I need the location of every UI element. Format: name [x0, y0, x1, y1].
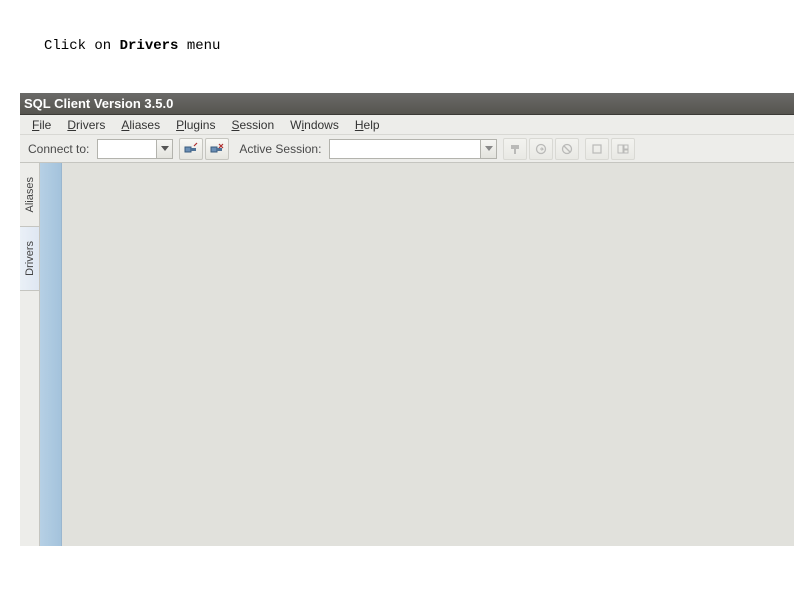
new-sql-worksheet-button[interactable]	[585, 138, 609, 160]
menu-drivers[interactable]: Drivers	[59, 116, 113, 134]
toolbar: Connect to:	[20, 135, 794, 163]
hammer-icon	[509, 143, 521, 155]
sidebar-tab-aliases[interactable]: Aliases	[20, 163, 39, 227]
instruction-text: Click on Drivers menu	[44, 38, 220, 54]
sidebar: Aliases Drivers	[20, 163, 40, 546]
menu-help[interactable]: Help	[347, 116, 388, 134]
sidebar-tab-label: Aliases	[24, 177, 36, 212]
window-title: SQL Client Version 3.5.0	[24, 96, 173, 111]
connect-to-label: Connect to:	[28, 142, 89, 156]
chevron-down-icon	[161, 146, 169, 151]
workspace-area	[62, 163, 794, 546]
active-session-input[interactable]	[330, 140, 480, 158]
active-session-dropdown-button[interactable]	[480, 140, 496, 158]
connect-to-combo[interactable]	[97, 139, 173, 159]
app-body: Aliases Drivers	[20, 163, 794, 546]
menu-session[interactable]: Session	[223, 116, 282, 134]
chevron-down-icon	[485, 146, 493, 151]
rollback-icon	[561, 143, 573, 155]
connect-to-input[interactable]	[98, 140, 156, 158]
rollback-button[interactable]	[555, 138, 579, 160]
disconnect-button[interactable]	[205, 138, 229, 160]
tile-windows-button[interactable]	[611, 138, 635, 160]
connect-button[interactable]	[179, 138, 203, 160]
commit-icon	[535, 143, 547, 155]
sidebar-gutter[interactable]	[40, 163, 62, 546]
menu-aliases[interactable]: Aliases	[113, 116, 168, 134]
plug-disconnect-icon	[210, 142, 224, 156]
sql-run-button[interactable]	[503, 138, 527, 160]
sidebar-tab-label: Drivers	[24, 241, 36, 276]
connect-to-dropdown-button[interactable]	[156, 140, 172, 158]
plug-connect-icon	[184, 142, 198, 156]
window-titlebar: SQL Client Version 3.5.0	[20, 93, 794, 115]
menu-windows[interactable]: Windows	[282, 116, 347, 134]
worksheet-icon	[591, 143, 603, 155]
active-session-combo[interactable]	[329, 139, 497, 159]
menu-plugins[interactable]: Plugins	[168, 116, 223, 134]
app-window: SQL Client Version 3.5.0 File Drivers Al…	[20, 93, 794, 546]
tile-icon	[617, 143, 629, 155]
sidebar-tab-drivers[interactable]: Drivers	[20, 227, 39, 291]
active-session-label: Active Session:	[239, 142, 321, 156]
commit-button[interactable]	[529, 138, 553, 160]
menubar: File Drivers Aliases Plugins Session Win…	[20, 115, 794, 135]
menu-file[interactable]: File	[24, 116, 59, 134]
